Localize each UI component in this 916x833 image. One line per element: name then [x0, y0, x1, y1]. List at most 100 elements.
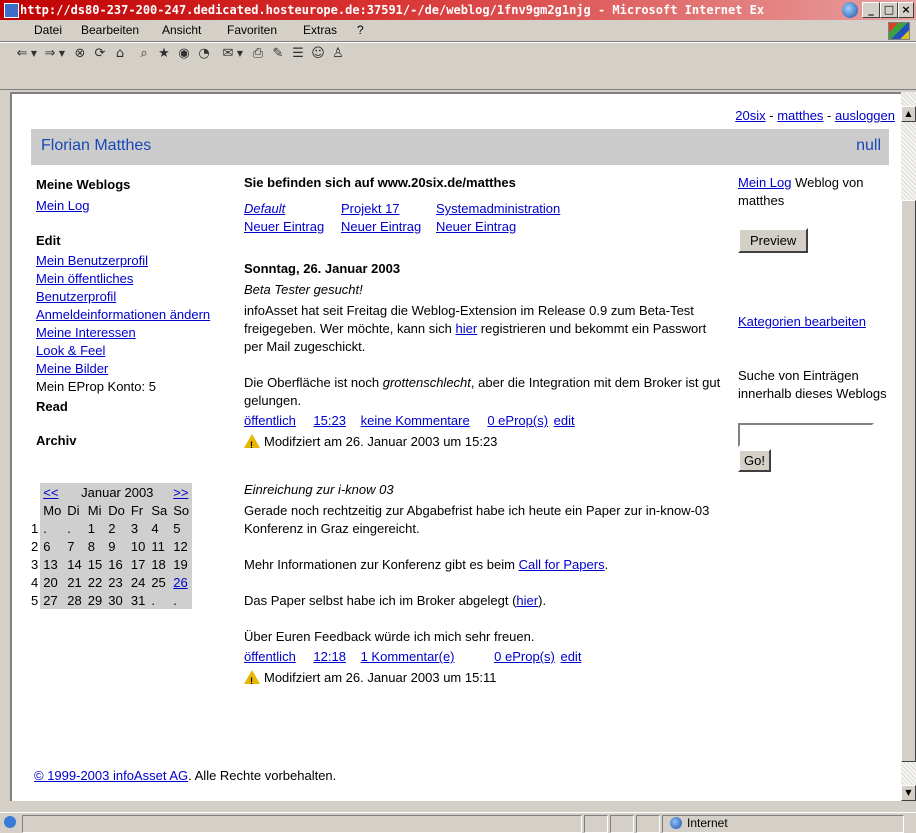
comments-link[interactable]: 1 Kommentar(e) [361, 649, 455, 664]
public-profile-link[interactable]: Mein öffentliches [36, 270, 236, 288]
scrollbar-thumb[interactable] [901, 200, 916, 762]
post-meta: öffentlich 12:18 1 Kommentar(e) 0 eProp(… [244, 648, 722, 666]
go-button[interactable]: Go! [738, 449, 771, 472]
calendar-day-link[interactable]: 26 [173, 575, 187, 590]
user-link[interactable]: matthes [777, 108, 823, 123]
my-images-link[interactable]: Meine Bilder [36, 360, 236, 378]
address-strip [0, 67, 916, 90]
visibility-link[interactable]: öffentlich [244, 649, 296, 664]
category-default-link[interactable]: Default [244, 200, 285, 218]
calendar-day: 2 [105, 519, 128, 537]
search-icon[interactable]: ⌕ [136, 46, 152, 62]
look-feel-link[interactable]: Look & Feel [36, 342, 236, 360]
forward-icon[interactable]: ⇒ [42, 46, 58, 62]
search-input[interactable] [738, 423, 874, 447]
calendar-day: 16 [105, 555, 128, 573]
calendar-day: 13 [40, 555, 65, 573]
category-projekt17-link[interactable]: Projekt 17 [341, 200, 400, 218]
forward-dropdown-icon[interactable]: ▼ [58, 46, 66, 62]
edit-heading: Edit [36, 233, 61, 248]
right-sidebar: Mein Log Weblog von matthes Preview Kate… [738, 174, 888, 472]
menu-datei[interactable]: Datei [34, 23, 62, 37]
menu-favoriten[interactable]: Favoriten [227, 23, 277, 37]
interests-link[interactable]: Meine Interessen [36, 324, 236, 342]
calendar-day: 23 [105, 573, 128, 591]
discuss-icon[interactable]: ☰ [290, 46, 306, 62]
edit-post-link[interactable]: edit [560, 649, 581, 664]
call-for-papers-link[interactable]: Call for Papers [519, 557, 605, 572]
login-info-link[interactable]: Anmeldeinformationen ändern [36, 306, 236, 324]
print-icon[interactable]: ⎙ [250, 46, 266, 62]
site-link[interactable]: 20six [735, 108, 765, 123]
week-number: 4 [31, 573, 41, 591]
comments-link[interactable]: keine Kommentare [361, 413, 470, 428]
mail-dropdown-icon[interactable]: ▼ [236, 46, 244, 62]
media-icon[interactable]: ◉ [176, 46, 192, 62]
eprops-link[interactable]: 0 eProp(s) [494, 649, 555, 664]
refresh-icon[interactable]: ⟳ [92, 46, 108, 62]
new-entry-projekt17-link[interactable]: Neuer Eintrag [341, 218, 421, 236]
calendar-month: Januar 2003 [64, 483, 171, 501]
blog-owner-name: Florian Matthes [41, 137, 152, 154]
main-content: Sie befinden sich auf www.20six.de/matth… [244, 174, 722, 690]
post-title: Einreichung zur i-know 03 [244, 482, 394, 497]
register-link[interactable]: hier [456, 321, 478, 336]
internet-zone-icon [670, 817, 682, 829]
edit-post-link[interactable]: edit [554, 413, 575, 428]
close-button[interactable]: × [898, 2, 914, 18]
public-profile-link-cont[interactable]: Benutzerprofil [36, 288, 236, 306]
logout-link[interactable]: ausloggen [835, 108, 895, 123]
back-dropdown-icon[interactable]: ▼ [30, 46, 38, 62]
calendar-day: 11 [148, 537, 171, 555]
menu-ansicht[interactable]: Ansicht [162, 23, 201, 37]
menu-bearbeiten[interactable]: Bearbeiten [81, 23, 139, 37]
paper-link[interactable]: hier [516, 593, 538, 608]
scroll-down-arrow-icon[interactable]: ▼ [901, 785, 916, 801]
research-icon[interactable]: ♙ [330, 46, 346, 62]
right-my-log-link[interactable]: Mein Log [738, 175, 791, 190]
weekday-header: Do [105, 501, 128, 519]
profile-link[interactable]: Mein Benutzerprofil [36, 252, 236, 270]
new-entry-sysadmin-link[interactable]: Neuer Eintrag [436, 218, 516, 236]
scroll-up-arrow-icon[interactable]: ▲ [901, 106, 916, 122]
history-icon[interactable]: ◔ [196, 46, 212, 62]
permalink-time-link[interactable]: 15:23 [313, 413, 346, 428]
stop-icon[interactable]: ⊗ [72, 46, 88, 62]
copyright-link[interactable]: © 1999-2003 infoAsset AG [34, 768, 188, 783]
menu-help[interactable]: ? [357, 23, 364, 37]
warning-icon [244, 670, 260, 690]
home-icon[interactable]: ⌂ [112, 46, 128, 62]
edit-categories-link[interactable]: Kategorien bearbeiten [738, 314, 866, 329]
eprop-balance: Mein EProp Konto: 5 [36, 379, 156, 394]
vertical-scrollbar[interactable]: ▲ ▼ [901, 92, 916, 801]
calendar-day: 27 [40, 591, 65, 609]
read-heading: Read [36, 399, 68, 414]
category-sysadmin-link[interactable]: Systemadministration [436, 200, 560, 218]
calendar-day: . [64, 519, 85, 537]
menu-extras[interactable]: Extras [303, 23, 337, 37]
calendar-next-link[interactable]: >> [173, 485, 188, 500]
windows-logo-icon [888, 22, 910, 40]
calendar-day: 22 [84, 573, 106, 591]
calendar-day: 28 [64, 591, 85, 609]
eprops-link[interactable]: 0 eProp(s) [487, 413, 548, 428]
minimize-button[interactable]: _ [862, 2, 880, 18]
mail-icon[interactable]: ✉ [220, 46, 236, 62]
visibility-link[interactable]: öffentlich [244, 413, 296, 428]
post-date: Sonntag, 26. Januar 2003 [244, 261, 401, 276]
maximize-button[interactable]: □ [880, 2, 898, 18]
back-icon[interactable]: ⇐ [14, 46, 30, 62]
new-entry-default-link[interactable]: Neuer Eintrag [244, 218, 324, 236]
page-viewport: 20six - matthes - ausloggen Florian Matt… [10, 92, 901, 801]
weekday-header: Di [64, 501, 85, 519]
page-status-icon [4, 816, 16, 828]
footer: © 1999-2003 infoAsset AG. Alle Rechte vo… [34, 768, 336, 783]
edit-icon[interactable]: ✎ [270, 46, 286, 62]
window-title-bar: http://ds80-237-200-247.dedicated.hosteu… [0, 0, 916, 20]
calendar-prev-link[interactable]: << [43, 485, 58, 500]
messenger-icon[interactable]: ☺ [310, 46, 326, 62]
preview-button[interactable]: Preview [738, 228, 809, 253]
my-log-link[interactable]: Mein Log [36, 197, 236, 215]
favorites-icon[interactable]: ★ [156, 46, 172, 62]
permalink-time-link[interactable]: 12:18 [313, 649, 346, 664]
